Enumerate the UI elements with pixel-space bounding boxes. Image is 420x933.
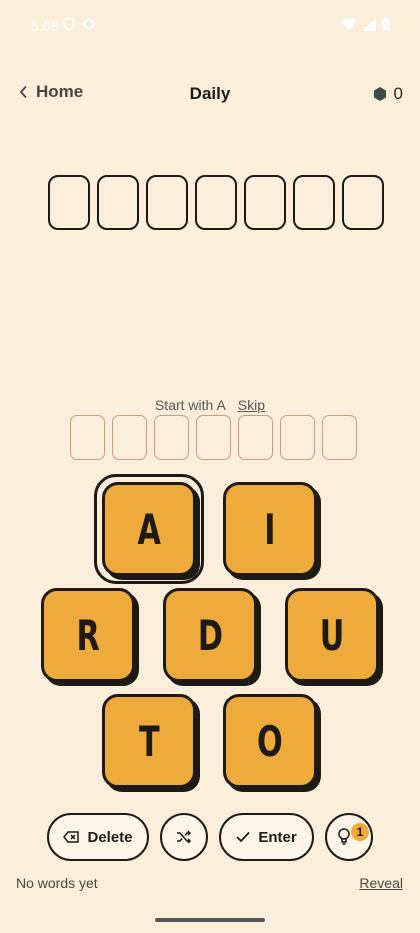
answer-slot — [146, 175, 188, 230]
input-slot — [322, 415, 357, 460]
shuffle-icon — [177, 830, 192, 844]
backspace-icon — [63, 831, 80, 843]
page-title: Daily — [189, 84, 231, 103]
battery-icon — [382, 17, 390, 31]
shuffle-button[interactable] — [160, 813, 208, 861]
hint-text: Start with A — [154, 397, 226, 413]
status-icons-right — [341, 17, 390, 31]
answer-slot — [244, 175, 286, 230]
signal-icon — [363, 17, 376, 31]
coin-counter: 0 — [373, 84, 403, 104]
input-slot — [112, 415, 147, 460]
answer-slot — [195, 175, 237, 230]
reveal-link[interactable]: Reveal — [359, 875, 403, 891]
status-icons-left — [62, 17, 96, 31]
answer-slots — [48, 175, 384, 230]
enter-label: Enter — [258, 828, 297, 846]
coin-count: 0 — [393, 84, 403, 103]
letter-tile[interactable]: D — [163, 588, 257, 682]
input-slot — [154, 415, 189, 460]
input-slot — [196, 415, 231, 460]
hint-count-badge: 1 — [351, 823, 369, 841]
delete-button[interactable]: Delete — [47, 813, 149, 861]
hexagon-icon — [373, 87, 386, 101]
answer-slot — [48, 175, 90, 230]
letter-tile[interactable]: U — [285, 588, 379, 682]
answer-slot — [293, 175, 335, 230]
shield-icon — [63, 17, 75, 31]
status-time: 5:08 — [31, 18, 59, 34]
lightbulb-icon — [338, 828, 350, 845]
check-icon — [236, 831, 250, 843]
vpn-icon — [82, 17, 96, 31]
answer-slot — [342, 175, 384, 230]
hint-row: Start with A Skip — [0, 397, 420, 413]
input-slot — [70, 415, 105, 460]
letter-tile[interactable]: R — [41, 588, 135, 682]
letter-tile[interactable]: A — [102, 482, 196, 576]
letter-tile[interactable]: T — [102, 694, 196, 788]
hint-button[interactable]: 1 — [325, 813, 373, 861]
input-slots — [70, 415, 357, 460]
letter-tile[interactable]: I — [223, 482, 317, 576]
wifi-icon — [341, 17, 357, 30]
letter-tile[interactable]: O — [223, 694, 317, 788]
delete-label: Delete — [87, 828, 133, 846]
enter-button[interactable]: Enter — [219, 813, 314, 861]
skip-link[interactable]: Skip — [238, 397, 265, 413]
answer-slot — [97, 175, 139, 230]
home-indicator[interactable] — [155, 918, 265, 922]
input-slot — [280, 415, 315, 460]
input-slot — [238, 415, 273, 460]
found-words-status: No words yet — [16, 875, 98, 891]
